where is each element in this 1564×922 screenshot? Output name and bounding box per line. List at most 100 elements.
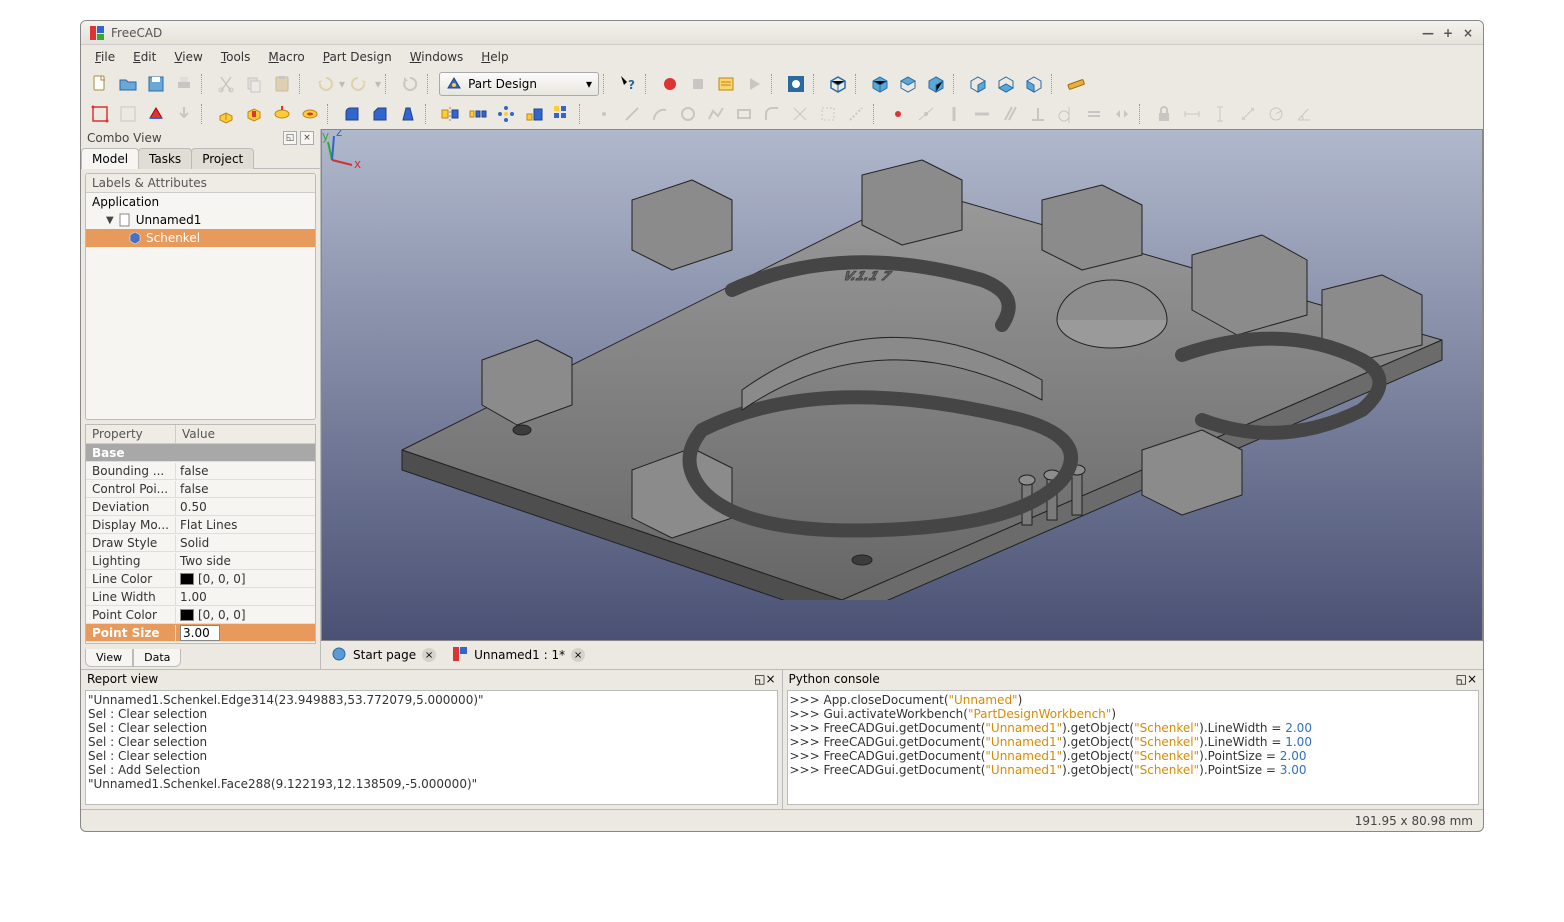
combo-tab-project[interactable]: Project: [191, 148, 254, 169]
prop-row[interactable]: Point Color [0, 0, 0]: [86, 606, 315, 624]
pocket-button[interactable]: [241, 101, 267, 127]
open-file-button[interactable]: [115, 71, 141, 97]
revolution-button[interactable]: [269, 101, 295, 127]
panel-undock-button[interactable]: ◱: [754, 672, 765, 686]
report-view-body[interactable]: "Unnamed1.Schenkel.Edge314(23.949883,53.…: [85, 690, 778, 805]
sk-fillet-button[interactable]: [759, 101, 785, 127]
pad-button[interactable]: [213, 101, 239, 127]
prop-tab-view[interactable]: View: [85, 649, 133, 667]
macro-stop-button[interactable]: [685, 71, 711, 97]
map-sketch-button[interactable]: [143, 101, 169, 127]
view-bottom-button[interactable]: [993, 71, 1019, 97]
sk-circle-button[interactable]: [675, 101, 701, 127]
document-tab[interactable]: Unnamed1 : 1*×: [446, 644, 591, 667]
cut-button[interactable]: [213, 71, 239, 97]
prop-row[interactable]: Draw StyleSolid: [86, 534, 315, 552]
scaled-button[interactable]: [521, 101, 547, 127]
new-file-button[interactable]: [87, 71, 113, 97]
cst-pointonobj-button[interactable]: [913, 101, 939, 127]
cst-vdist-button[interactable]: [1207, 101, 1233, 127]
chamfer-button[interactable]: [367, 101, 393, 127]
leave-sketch-button[interactable]: [171, 101, 197, 127]
polar-pattern-button[interactable]: [493, 101, 519, 127]
macro-list-button[interactable]: [713, 71, 739, 97]
sk-external-button[interactable]: [815, 101, 841, 127]
prop-row[interactable]: Control Poi...false: [86, 480, 315, 498]
prop-row[interactable]: Bounding ...false: [86, 462, 315, 480]
tab-close-button[interactable]: ×: [571, 648, 585, 662]
undo-button[interactable]: [311, 71, 337, 97]
view-iso-button[interactable]: [825, 71, 851, 97]
view-top-button[interactable]: [895, 71, 921, 97]
cst-angle-button[interactable]: [1291, 101, 1317, 127]
sk-arc-button[interactable]: [647, 101, 673, 127]
cst-hdist-button[interactable]: [1179, 101, 1205, 127]
close-button[interactable]: ×: [1461, 26, 1475, 40]
sk-construction-button[interactable]: [843, 101, 869, 127]
panel-undock-button[interactable]: ◱: [283, 131, 297, 145]
redo-button[interactable]: [347, 71, 373, 97]
view-rear-button[interactable]: [965, 71, 991, 97]
menu-part-design[interactable]: Part Design: [315, 47, 400, 67]
workbench-selector[interactable]: Part Design ▾: [439, 72, 599, 96]
panel-undock-button[interactable]: ◱: [1456, 672, 1467, 686]
prop-row[interactable]: Deviation0.50: [86, 498, 315, 516]
paste-button[interactable]: [269, 71, 295, 97]
cst-lock-button[interactable]: [1151, 101, 1177, 127]
refresh-button[interactable]: [397, 71, 423, 97]
prop-row[interactable]: Display Mo...Flat Lines: [86, 516, 315, 534]
copy-button[interactable]: [241, 71, 267, 97]
linear-pattern-button[interactable]: [465, 101, 491, 127]
python-console-body[interactable]: >>> App.closeDocument("Unnamed")>>> Gui.…: [787, 690, 1480, 805]
menu-file[interactable]: File: [87, 47, 123, 67]
view-fit-button[interactable]: [783, 71, 809, 97]
document-tab[interactable]: Start page×: [325, 644, 442, 667]
sk-trim-button[interactable]: [787, 101, 813, 127]
tab-close-button[interactable]: ×: [422, 648, 436, 662]
prop-row[interactable]: Line Width1.00: [86, 588, 315, 606]
new-sketch-button[interactable]: [87, 101, 113, 127]
multitransform-button[interactable]: [549, 101, 575, 127]
tree-document[interactable]: ▼ Unnamed1: [86, 211, 315, 229]
panel-close-button[interactable]: ×: [300, 131, 314, 145]
3d-viewport[interactable]: V.1.1 7 x y z: [321, 129, 1483, 641]
cst-equal-button[interactable]: [1081, 101, 1107, 127]
view-front-button[interactable]: [867, 71, 893, 97]
mirrored-button[interactable]: [437, 101, 463, 127]
menu-view[interactable]: View: [166, 47, 210, 67]
macro-run-button[interactable]: [741, 71, 767, 97]
cst-length-button[interactable]: [1235, 101, 1261, 127]
prop-row[interactable]: Line Color [0, 0, 0]: [86, 570, 315, 588]
menu-edit[interactable]: Edit: [125, 47, 164, 67]
property-grid[interactable]: Property Value BaseBounding ...falseCont…: [85, 424, 316, 644]
cst-radius-button[interactable]: [1263, 101, 1289, 127]
whatsthis-button[interactable]: ?: [615, 71, 641, 97]
view-left-button[interactable]: [1021, 71, 1047, 97]
panel-close-button[interactable]: ×: [1467, 672, 1477, 686]
groove-button[interactable]: [297, 101, 323, 127]
maximize-button[interactable]: +: [1441, 26, 1455, 40]
tree-object-schenkel[interactable]: Schenkel: [86, 229, 315, 247]
tree-root[interactable]: Application: [86, 193, 315, 211]
cst-horizontal-button[interactable]: [969, 101, 995, 127]
prop-row[interactable]: Point Size: [86, 624, 315, 642]
cst-coincident-button[interactable]: [885, 101, 911, 127]
fillet-button[interactable]: [339, 101, 365, 127]
edit-sketch-button[interactable]: [115, 101, 141, 127]
model-tree[interactable]: Labels & Attributes Application ▼ Unname…: [85, 173, 316, 420]
view-right-button[interactable]: [923, 71, 949, 97]
minimize-button[interactable]: —: [1421, 26, 1435, 40]
combo-tab-model[interactable]: Model: [81, 148, 139, 169]
measure-button[interactable]: [1063, 71, 1089, 97]
combo-tab-tasks[interactable]: Tasks: [138, 148, 192, 169]
panel-close-button[interactable]: ×: [765, 672, 775, 686]
menu-macro[interactable]: Macro: [260, 47, 312, 67]
menu-help[interactable]: Help: [473, 47, 516, 67]
draft-button[interactable]: [395, 101, 421, 127]
prop-tab-data[interactable]: Data: [133, 649, 181, 667]
menu-windows[interactable]: Windows: [402, 47, 472, 67]
expand-icon[interactable]: ▼: [106, 215, 114, 226]
cst-vertical-button[interactable]: [941, 101, 967, 127]
macro-record-button[interactable]: [657, 71, 683, 97]
cst-perpendicular-button[interactable]: [1025, 101, 1051, 127]
